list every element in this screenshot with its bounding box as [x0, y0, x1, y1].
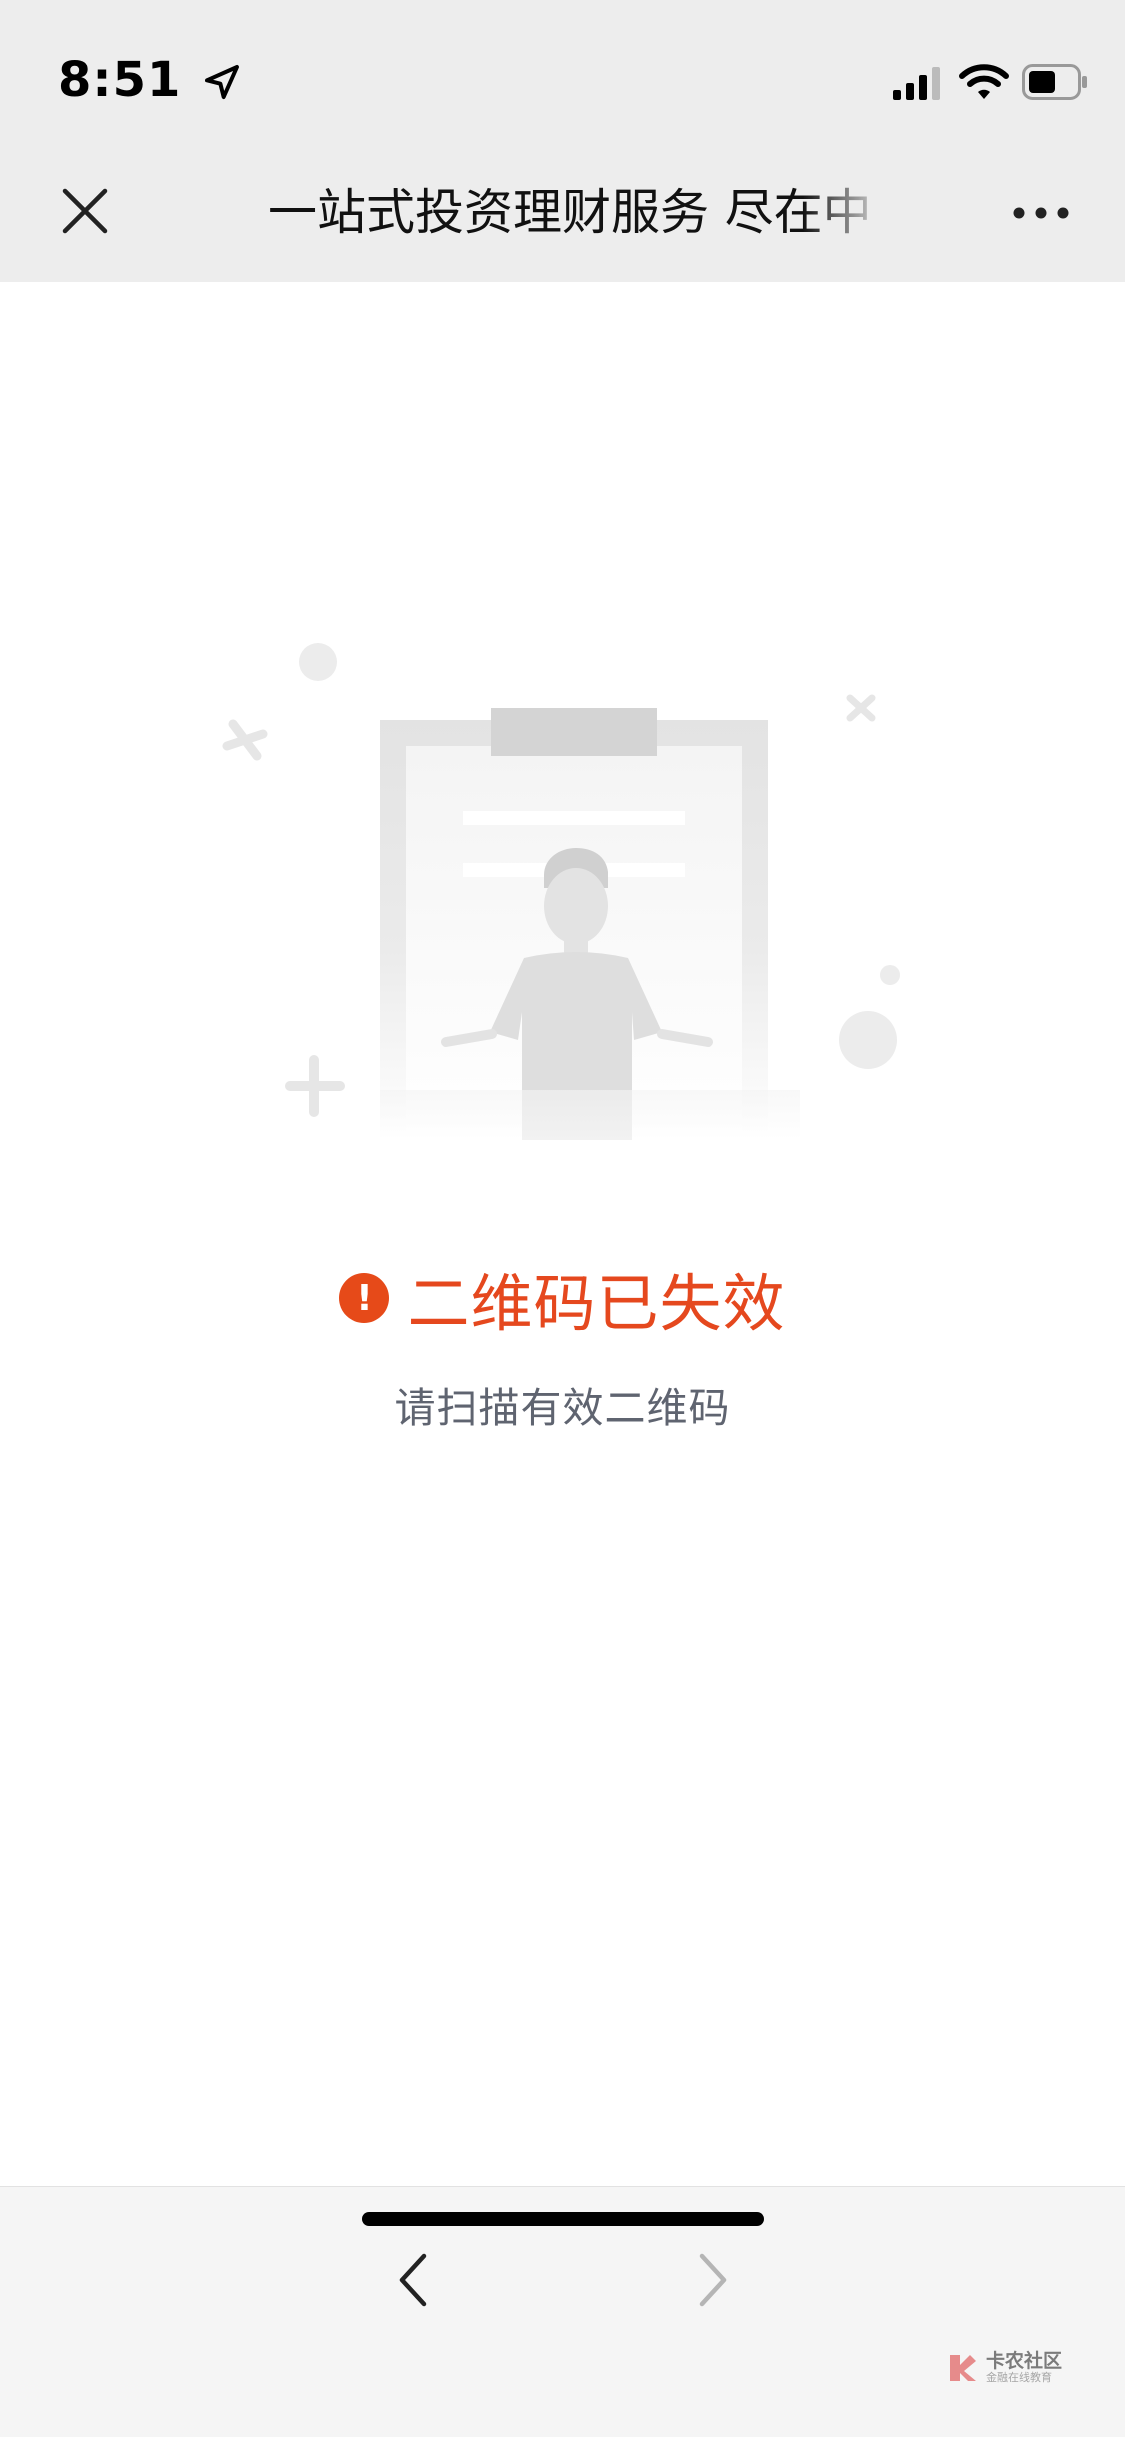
decor-cross — [222, 719, 268, 761]
close-icon — [62, 188, 108, 234]
error-hint: 请扫描有效二维码 — [394, 1384, 731, 1432]
nav-bar: 一站式投资理财服务 尽在中 — [0, 140, 1125, 282]
wifi-icon — [959, 64, 1009, 99]
chevron-right-icon — [699, 2253, 727, 2307]
empty-state-illustration — [222, 643, 900, 1140]
person-head — [544, 868, 608, 944]
warning-icon: ! — [339, 1273, 390, 1323]
location-arrow-icon — [205, 65, 239, 99]
back-button[interactable] — [378, 2235, 448, 2325]
battery-icon — [1022, 64, 1087, 100]
clipboard-clip — [491, 708, 657, 756]
signal-icon — [893, 67, 940, 100]
decor-dot — [880, 965, 900, 985]
decor-x — [846, 694, 876, 722]
forward-button[interactable] — [678, 2235, 748, 2325]
page-title: 一站式投资理财服务 尽在中 — [268, 184, 872, 241]
error-title: 二维码已失效 — [407, 1267, 786, 1340]
home-indicator — [362, 2212, 764, 2226]
close-button[interactable] — [52, 174, 118, 248]
watermark-logo-icon — [950, 2355, 976, 2381]
watermark: 卡农社区 金融在线教育 — [946, 2346, 1116, 2390]
more-icon — [1013, 207, 1069, 219]
chevron-left-icon — [399, 2253, 427, 2307]
decor-circle — [299, 643, 337, 681]
decor-plus — [285, 1055, 345, 1117]
watermark-title: 卡农社区 — [986, 2350, 1063, 2372]
watermark-subtitle: 金融在线教育 — [986, 2371, 1052, 2384]
paper-line — [463, 811, 685, 825]
more-button[interactable] — [1008, 188, 1074, 238]
status-time: 8:51 — [58, 52, 182, 108]
decor-circle-large — [839, 1011, 897, 1069]
status-bar: 8:51 — [0, 0, 1125, 140]
error-message: ! 二维码已失效 — [0, 1255, 1125, 1341]
